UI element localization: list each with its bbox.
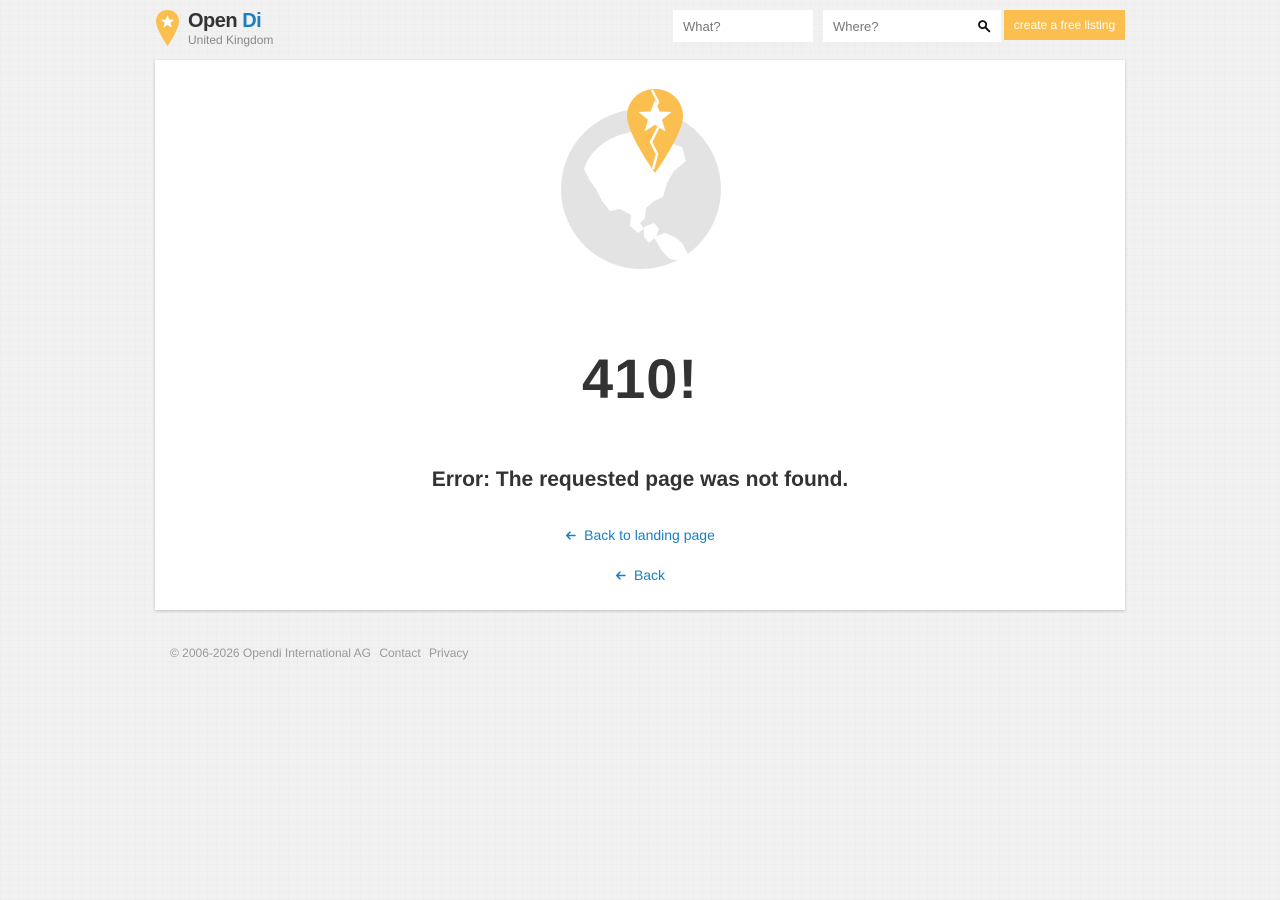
error-card: 410! Error: The requested page was not f… [155,60,1125,610]
logo-wordmark: Open Di [188,9,262,33]
create-free-listing-button[interactable]: create a free listing [1004,10,1125,40]
error-code: 410! [581,347,699,410]
landing-link-row: Back to landing page [155,525,1125,547]
back-link-row: Back [155,565,1125,587]
back-to-landing-page-link[interactable]: Back to landing page [565,525,715,545]
map-pin-star-icon [155,9,180,47]
logo-country: United Kingdom [188,33,274,47]
error-message: Error: The requested page was not found. [431,468,849,491]
copyright-text: © 2006-2026 Opendi International AG [170,646,371,660]
back-link[interactable]: Back [615,565,665,585]
search-icon [973,19,997,33]
back-to-landing-page-label: Back to landing page [584,527,715,543]
site-header: Open Di United Kingdom create a free lis… [155,0,1125,60]
arrow-left-icon [565,530,584,541]
logo-wordmark-open: Open [188,10,238,32]
arrow-left-icon [615,570,634,581]
opendi-logo[interactable]: Open Di United Kingdom [155,8,295,50]
footer-privacy-link[interactable]: Privacy [429,646,468,660]
footer-contact-link[interactable]: Contact [379,646,420,660]
search-button[interactable] [973,14,997,38]
logo-wordmark-di: Di [242,10,262,32]
what-search-input[interactable] [673,10,813,42]
site-footer: © 2006-2026 Opendi International AG Cont… [170,645,468,661]
broken-pin-globe-illustration [560,87,722,271]
back-label: Back [633,567,666,583]
